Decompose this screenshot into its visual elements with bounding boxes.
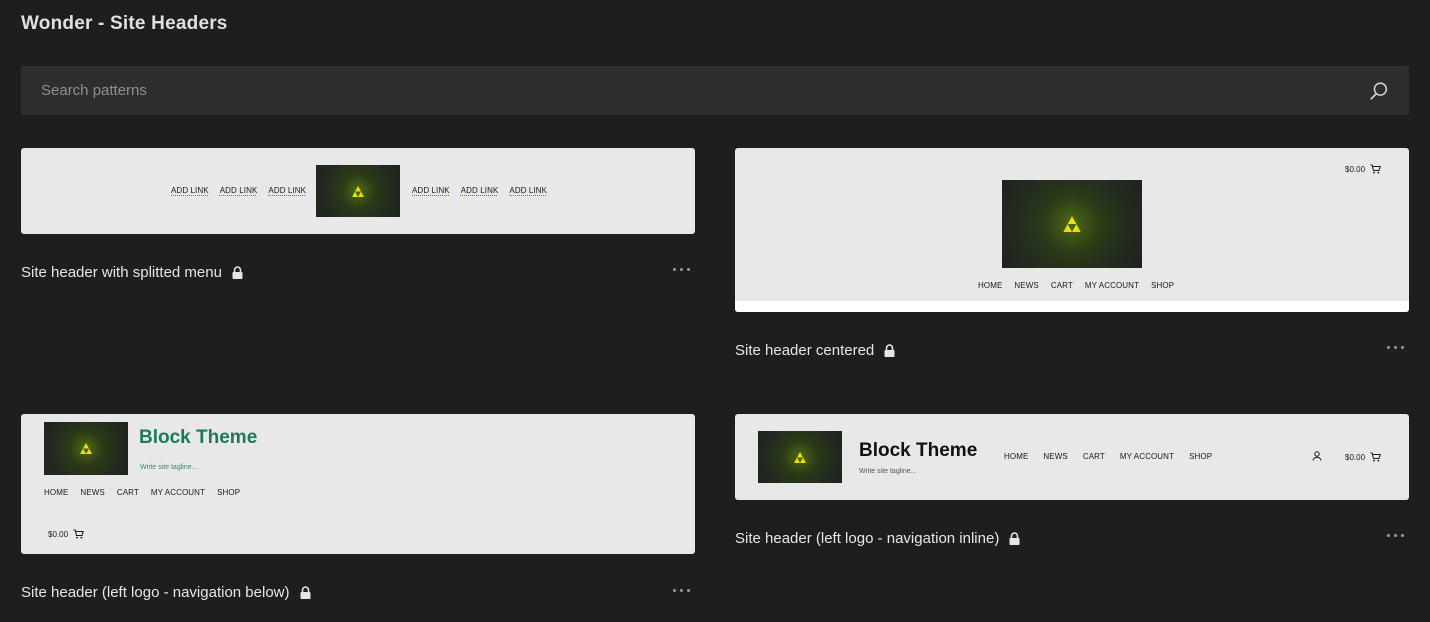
more-options-button[interactable] bbox=[1385, 530, 1406, 541]
nav-item[interactable]: CART bbox=[1051, 281, 1073, 290]
more-options-button[interactable] bbox=[671, 585, 692, 596]
add-link[interactable]: ADD LINK bbox=[461, 186, 499, 195]
cart-icon bbox=[1370, 164, 1381, 174]
pattern-preview-splitted-menu[interactable]: ADD LINK ADD LINK ADD LINK ADD LINK ADD … bbox=[21, 148, 695, 234]
pattern-preview-left-logo-nav-below[interactable]: Block Theme Write site tagline... HOME N… bbox=[21, 414, 695, 554]
lock-icon bbox=[232, 266, 243, 279]
nav-item[interactable]: SHOP bbox=[1151, 281, 1174, 290]
lock-icon bbox=[300, 586, 310, 599]
nav-item[interactable]: CART bbox=[1083, 452, 1105, 461]
nav-item[interactable]: MY ACCOUNT bbox=[1085, 281, 1139, 290]
pattern-title: Site header with splitted menu bbox=[21, 264, 222, 281]
navigation: HOME NEWS CART MY ACCOUNT SHOP bbox=[978, 281, 1174, 290]
search-icon[interactable] bbox=[1368, 80, 1390, 102]
site-logo bbox=[1002, 180, 1142, 268]
pattern-preview-left-logo-nav-inline[interactable]: Block Theme Write site tagline... HOME N… bbox=[735, 414, 1409, 500]
cart: $0.00 bbox=[48, 529, 84, 539]
nav-item[interactable]: MY ACCOUNT bbox=[1120, 452, 1174, 461]
navigation: HOME NEWS CART MY ACCOUNT SHOP bbox=[44, 488, 240, 497]
pattern-label: Site header (left logo - navigation belo… bbox=[21, 584, 311, 601]
search-bar bbox=[21, 66, 1409, 115]
nav-item[interactable]: NEWS bbox=[1043, 452, 1067, 461]
preview-footer-strip bbox=[735, 301, 1409, 312]
cart: $0.00 bbox=[1345, 164, 1381, 174]
pattern-label: Site header centered bbox=[735, 342, 895, 359]
nav-item[interactable]: SHOP bbox=[217, 488, 240, 497]
cart-amount: $0.00 bbox=[1345, 452, 1366, 462]
nav-item[interactable]: HOME bbox=[1004, 452, 1028, 461]
triforce-icon bbox=[794, 451, 806, 463]
search-input[interactable] bbox=[21, 66, 1351, 115]
nav-item[interactable]: NEWS bbox=[1014, 281, 1038, 290]
site-title: Block Theme bbox=[859, 440, 978, 461]
triforce-icon bbox=[352, 185, 364, 197]
site-logo bbox=[758, 431, 842, 483]
add-link[interactable]: ADD LINK bbox=[220, 186, 258, 195]
add-link[interactable]: ADD LINK bbox=[412, 186, 450, 195]
site-logo bbox=[316, 165, 400, 217]
nav-item[interactable]: CART bbox=[117, 488, 139, 497]
pattern-title: Site header (left logo - navigation inli… bbox=[735, 530, 1000, 547]
cart-icon bbox=[73, 529, 84, 539]
pattern-preview-centered[interactable]: $0.00 HOME NEWS CART MY ACCOUNT SHOP bbox=[735, 148, 1409, 312]
pattern-title: Site header (left logo - navigation belo… bbox=[21, 584, 290, 601]
add-link[interactable]: ADD LINK bbox=[268, 186, 306, 195]
nav-left: ADD LINK ADD LINK ADD LINK bbox=[171, 186, 306, 195]
more-options-button[interactable] bbox=[1385, 342, 1406, 353]
site-logo bbox=[44, 422, 128, 475]
cart-amount: $0.00 bbox=[48, 529, 69, 539]
pattern-title: Site header centered bbox=[735, 342, 875, 359]
nav-item[interactable]: HOME bbox=[978, 281, 1002, 290]
page-title: Wonder - Site Headers bbox=[21, 13, 228, 34]
lock-icon bbox=[884, 344, 895, 357]
site-tagline: Write site tagline... bbox=[859, 468, 917, 475]
cart-amount: $0.00 bbox=[1345, 164, 1366, 174]
site-tagline: Write site tagline... bbox=[140, 464, 198, 471]
triforce-icon bbox=[1063, 216, 1081, 232]
nav-right: ADD LINK ADD LINK ADD LINK bbox=[412, 186, 547, 195]
pattern-label: Site header with splitted menu bbox=[21, 264, 243, 281]
cart: $0.00 bbox=[1345, 452, 1381, 462]
nav-item[interactable]: MY ACCOUNT bbox=[151, 488, 205, 497]
nav-item[interactable]: NEWS bbox=[80, 488, 104, 497]
add-link[interactable]: ADD LINK bbox=[171, 186, 209, 195]
navigation: HOME NEWS CART MY ACCOUNT SHOP bbox=[1004, 452, 1212, 461]
account-icon[interactable] bbox=[1312, 451, 1322, 461]
cart-icon bbox=[1370, 452, 1381, 462]
triforce-icon bbox=[80, 443, 92, 454]
more-options-button[interactable] bbox=[671, 264, 692, 275]
site-title: Block Theme bbox=[139, 427, 258, 448]
pattern-label: Site header (left logo - navigation inli… bbox=[735, 530, 1020, 547]
lock-icon bbox=[1009, 532, 1020, 545]
nav-item[interactable]: HOME bbox=[44, 488, 68, 497]
add-link[interactable]: ADD LINK bbox=[509, 186, 547, 195]
nav-item[interactable]: SHOP bbox=[1189, 452, 1212, 461]
